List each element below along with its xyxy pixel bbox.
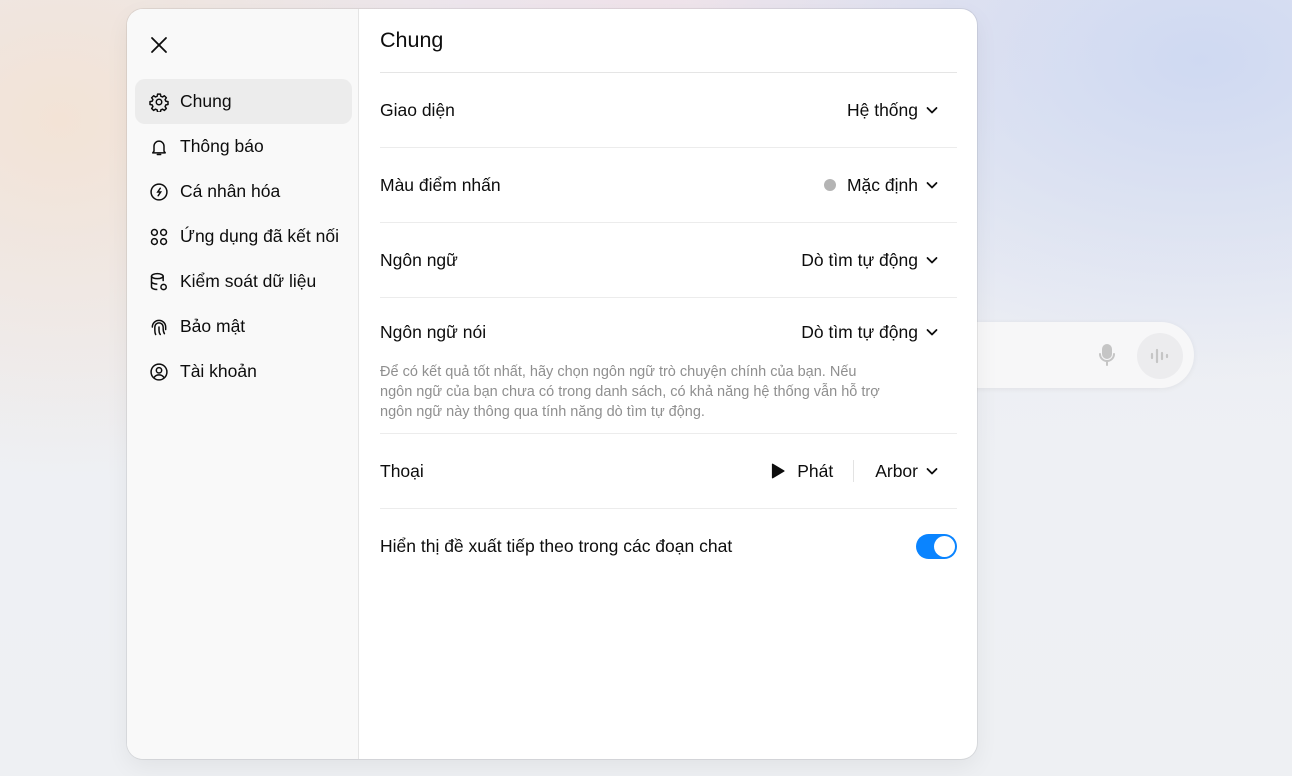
- sidebar-item-label: Tài khoản: [180, 361, 257, 381]
- language-dropdown[interactable]: Dò tìm tự động: [801, 250, 957, 271]
- sidebar-item-connected-apps[interactable]: Ứng dụng đã kết nối: [135, 214, 352, 259]
- theme-dropdown[interactable]: Hệ thống: [847, 100, 957, 121]
- toggle-knob: [934, 536, 955, 557]
- sidebar-item-label: Cá nhân hóa: [180, 181, 281, 201]
- dropdown-value: Dò tìm tự động: [801, 321, 918, 342]
- bell-icon: [149, 137, 169, 157]
- settings-sidebar: Chung Thông báo Cá nhân hóa Ứng dụng đã …: [127, 9, 359, 759]
- voice-controls: Phát Arbor: [771, 460, 957, 482]
- follow-up-suggestions-toggle[interactable]: [916, 534, 957, 559]
- settings-dialog: Chung Thông báo Cá nhân hóa Ứng dụng đã …: [127, 9, 977, 759]
- play-label: Phát: [797, 460, 834, 481]
- user-circle-icon: [149, 362, 169, 382]
- sidebar-item-account[interactable]: Tài khoản: [135, 349, 352, 394]
- chevron-down-icon: [925, 253, 939, 267]
- dropdown-value: Hệ thống: [846, 99, 918, 120]
- setting-row-follow-up-suggestions: Hiển thị đề xuất tiếp theo trong các đoạ…: [380, 509, 957, 584]
- dropdown-value: Arbor: [875, 460, 918, 481]
- sidebar-item-notifications[interactable]: Thông báo: [135, 124, 352, 169]
- sidebar-item-label: Chung: [180, 91, 232, 111]
- spoken-language-hint: Để có kết quả tốt nhất, hãy chọn ngôn ng…: [380, 364, 880, 420]
- chevron-down-icon: [925, 325, 939, 339]
- setting-row-theme: Giao diện Hệ thống: [380, 73, 957, 148]
- close-icon: [151, 37, 167, 53]
- sidebar-item-security[interactable]: Bảo mật: [135, 304, 352, 349]
- dropdown-value: Mặc định: [846, 174, 918, 195]
- setting-row-spoken-language: Ngôn ngữ nói Dò tìm tự động Để có kết qu…: [380, 298, 957, 434]
- accent-color-swatch: [823, 179, 836, 191]
- setting-label: Ngôn ngữ: [380, 249, 458, 270]
- sidebar-item-label: Thông báo: [180, 136, 264, 156]
- setting-label: Giao diện: [380, 99, 455, 120]
- setting-label: Thoại: [380, 460, 424, 481]
- settings-nav: Chung Thông báo Cá nhân hóa Ứng dụng đã …: [135, 79, 352, 394]
- setting-label: Hiển thị đề xuất tiếp theo trong các đoạ…: [380, 536, 733, 556]
- play-voice-button[interactable]: Phát: [771, 461, 853, 482]
- sidebar-item-label: Kiểm soát dữ liệu: [180, 271, 317, 291]
- voice-dropdown[interactable]: Arbor: [875, 461, 957, 482]
- fingerprint-icon: [149, 317, 169, 337]
- setting-row-language: Ngôn ngữ Dò tìm tự động: [380, 223, 957, 298]
- apps-icon: [149, 227, 169, 247]
- spoken-language-dropdown[interactable]: Dò tìm tự động: [801, 322, 957, 343]
- microphone-icon: [1096, 343, 1118, 367]
- dropdown-value: Dò tìm tự động: [801, 249, 918, 270]
- setting-label: Ngôn ngữ nói: [380, 321, 487, 342]
- chevron-down-icon: [925, 178, 939, 192]
- sidebar-item-data-controls[interactable]: Kiểm soát dữ liệu: [135, 259, 352, 304]
- page-title: Chung: [380, 9, 957, 73]
- setting-row-accent-color: Màu điểm nhấn Mặc định: [380, 148, 957, 223]
- setting-label: Màu điểm nhấn: [380, 174, 501, 195]
- sidebar-item-general[interactable]: Chung: [135, 79, 352, 124]
- play-icon: [772, 463, 785, 479]
- chevron-down-icon: [925, 103, 939, 117]
- sidebar-item-personalization[interactable]: Cá nhân hóa: [135, 169, 352, 214]
- chevron-down-icon: [925, 464, 939, 478]
- personalize-icon: [149, 182, 169, 202]
- setting-row-voice: Thoại Phát Arbor: [380, 434, 957, 509]
- accent-color-dropdown[interactable]: Mặc định: [823, 174, 957, 196]
- sidebar-item-label: Ứng dụng đã kết nối: [180, 226, 339, 246]
- database-icon: [149, 272, 169, 292]
- settings-panel: Chung Giao diện Hệ thống Màu điểm nhấn M…: [359, 9, 977, 759]
- voice-mode-icon: [1137, 333, 1183, 379]
- sidebar-item-label: Bảo mật: [180, 316, 246, 336]
- gear-icon: [149, 92, 169, 112]
- close-button[interactable]: [147, 33, 171, 57]
- divider: [853, 460, 855, 482]
